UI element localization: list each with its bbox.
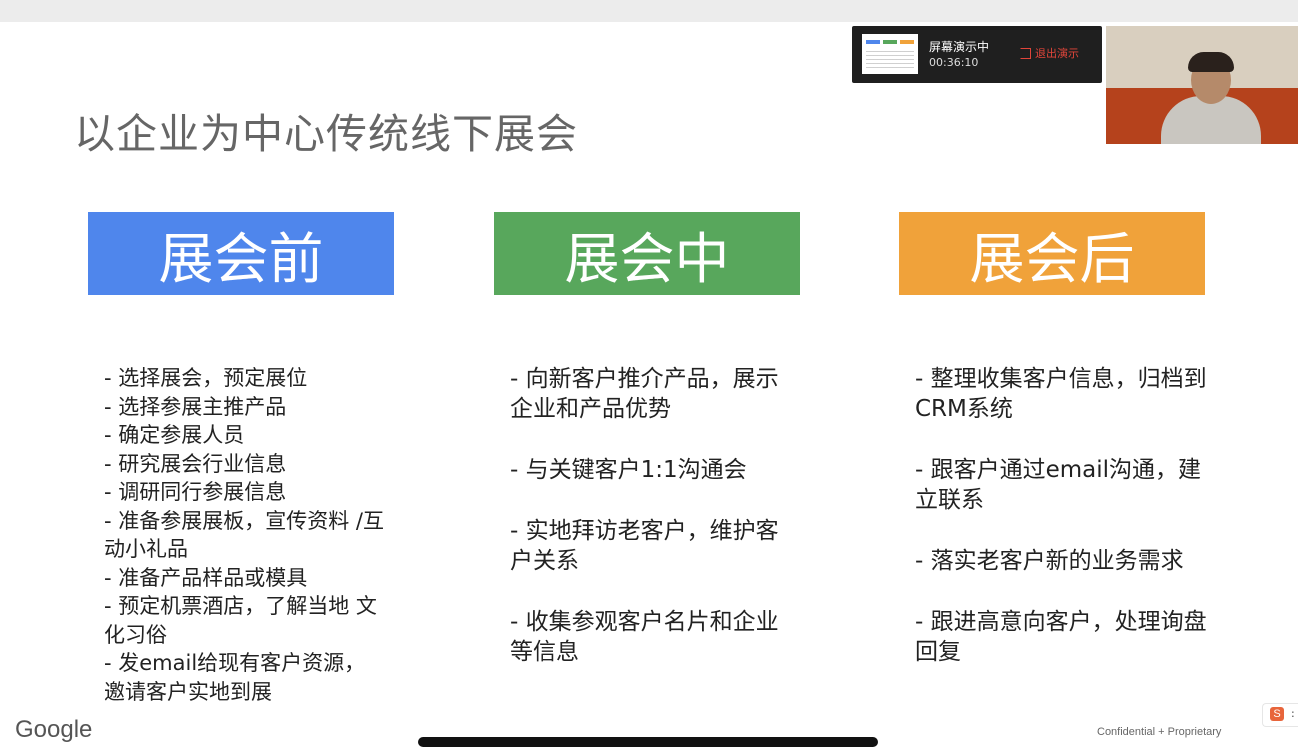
slide-title: 以企业为中心传统线下展会 (74, 110, 578, 158)
phase-list-before: - 选择展会，预定展位 - 选择参展主推产品 - 确定参展人员 - 研究展会行业… (104, 364, 389, 706)
phase-list-after: - 整理收集客户信息，归档到CRM系统 - 跟客户通过email沟通，建立联系 … (915, 364, 1215, 698)
widget-dots: : (1291, 707, 1295, 720)
phase-header-after: 展会后 (899, 212, 1205, 295)
list-item: - 调研同行参展信息 (104, 480, 287, 504)
list-item: - 研究展会行业信息 (104, 451, 287, 476)
phase-list-during: - 向新客户推介产品，展示企业和产品优势 - 与关键客户1:1沟通会 - 实地拜… (510, 364, 795, 698)
list-item: - 实地拜访老客户，维护客户关系 (510, 518, 779, 574)
presenting-timer: 00:36:10 (929, 56, 979, 69)
presenting-banner: 屏幕演示中 00:36:10 退出演示 (852, 26, 1102, 83)
home-indicator[interactable] (418, 737, 878, 747)
confidential-label: Confidential + Proprietary (1097, 726, 1222, 738)
list-item: - 跟客户通过email沟通，建立联系 (915, 457, 1202, 513)
list-item: - 确定参展人员 (104, 423, 245, 447)
exit-presentation-button[interactable]: 退出演示 (1020, 45, 1079, 61)
list-item: - 选择展会，预定展位 (104, 366, 308, 390)
top-bar (0, 0, 1298, 22)
video-person-hair (1188, 52, 1234, 72)
slide-thumbnail[interactable] (862, 34, 918, 74)
list-item: - 与关键客户1:1沟通会 (510, 457, 747, 483)
list-item: - 落实老客户新的业务需求 (915, 548, 1184, 574)
exit-icon (1020, 47, 1031, 59)
thumb-lines (866, 48, 914, 68)
thumb-block-after (900, 40, 914, 44)
floating-widget[interactable]: S : (1262, 703, 1298, 727)
participant-video[interactable] (1106, 26, 1298, 144)
widget-s-icon: S (1270, 707, 1284, 721)
list-item: - 发email给现有客户资源， 邀请客户实地到展 (104, 651, 366, 704)
presenting-status: 屏幕演示中 (929, 40, 990, 54)
list-item: - 准备参展展板，宣传资料 /互动小礼品 (104, 508, 385, 562)
phase-header-before: 展会前 (88, 212, 394, 295)
google-logo: Google (15, 716, 93, 743)
phase-header-during: 展会中 (494, 212, 800, 295)
thumb-block-during (883, 40, 897, 44)
list-item: - 跟进高意向客户，处理询盘回复 (915, 609, 1207, 665)
list-item: - 收集参观客户名片和企业等信息 (510, 609, 779, 665)
list-item: - 选择参展主推产品 (104, 394, 287, 419)
list-item: - 预定机票酒店，了解当地 文化习俗 (104, 594, 377, 647)
thumb-block-before (866, 40, 880, 44)
exit-presentation-label: 退出演示 (1035, 47, 1079, 60)
list-item: - 准备产品样品或模具 (104, 565, 308, 590)
list-item: - 向新客户推介产品，展示企业和产品优势 (510, 366, 779, 422)
list-item: - 整理收集客户信息，归档到CRM系统 (915, 366, 1207, 422)
